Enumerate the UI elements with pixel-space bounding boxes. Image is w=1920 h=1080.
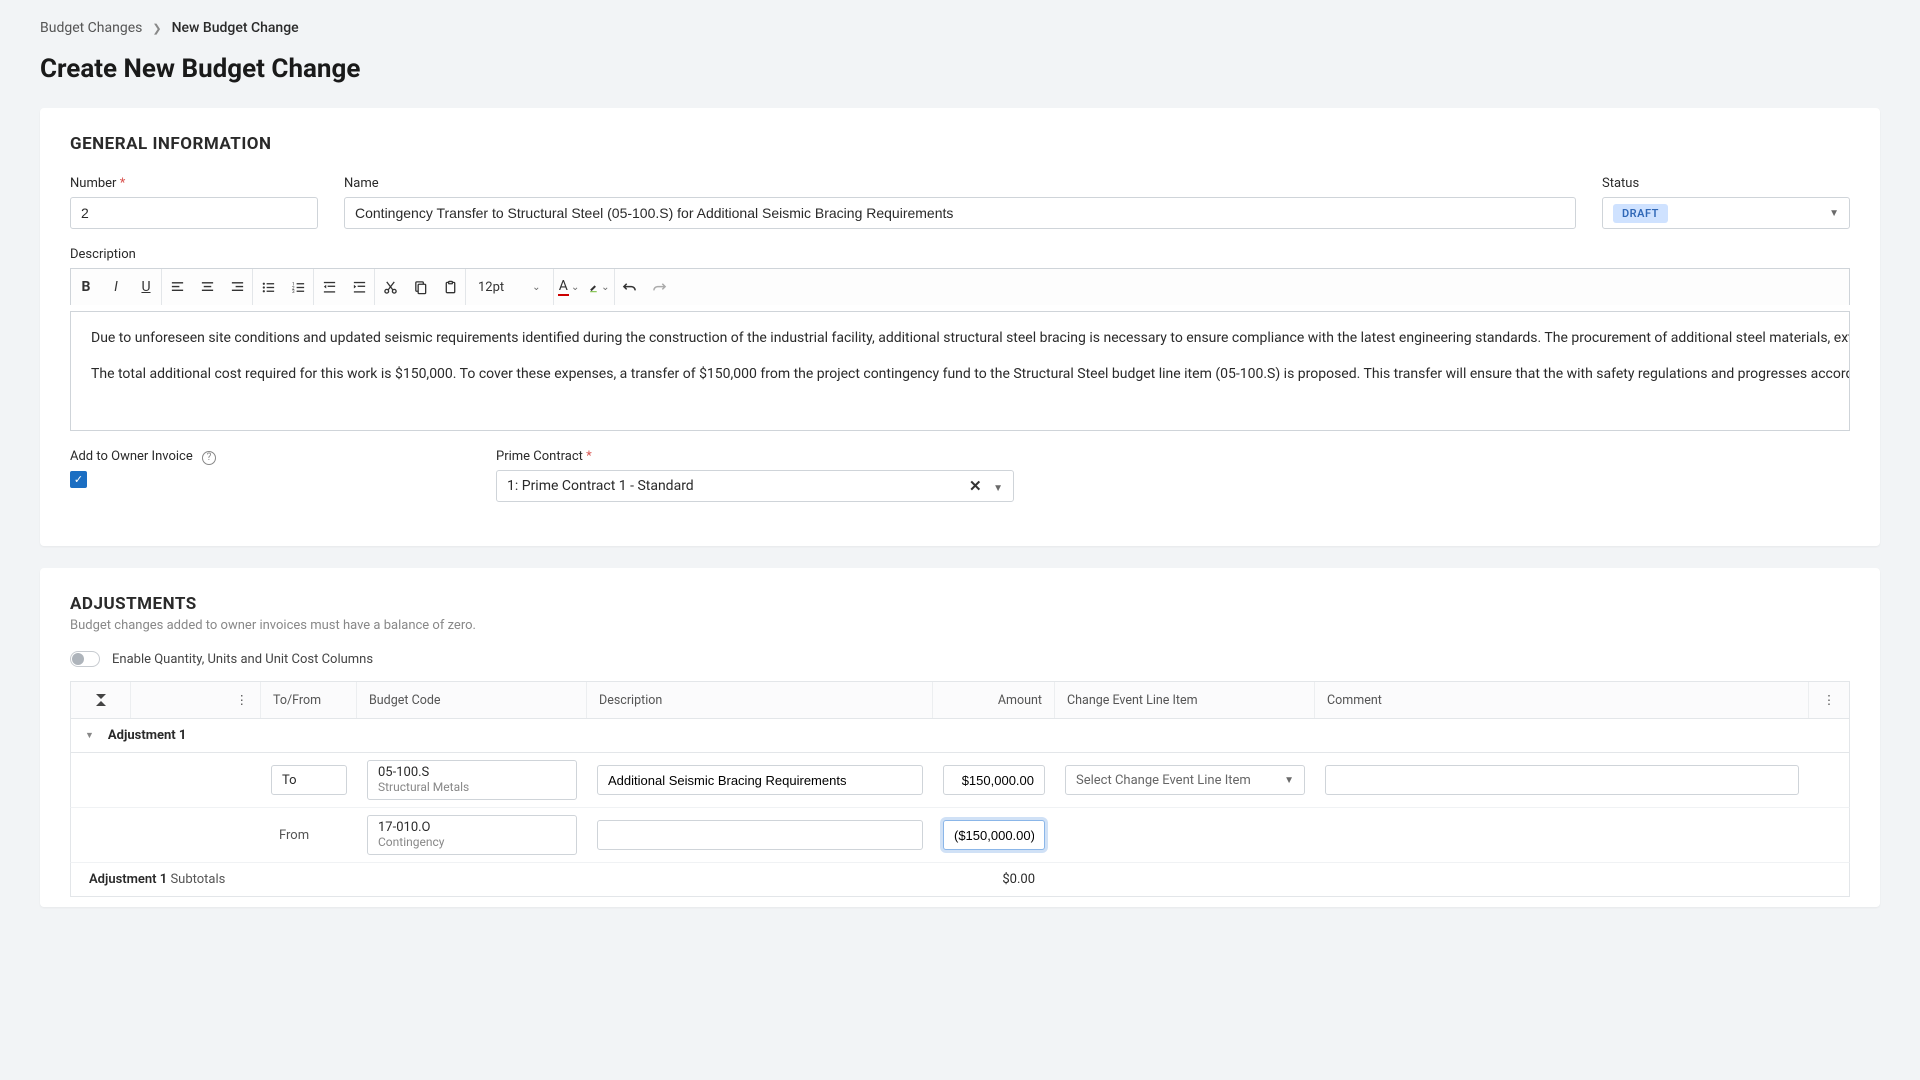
- change-event-select[interactable]: Select Change Event Line Item ▼: [1065, 765, 1305, 795]
- qty-toggle[interactable]: [70, 651, 100, 667]
- line-description-input[interactable]: [597, 765, 923, 795]
- breadcrumb-root[interactable]: Budget Changes: [40, 20, 142, 36]
- th-change-event: Change Event Line Item: [1055, 682, 1315, 718]
- collapse-all-button[interactable]: [71, 682, 131, 718]
- owner-invoice-checkbox[interactable]: ✓: [70, 471, 87, 488]
- adjustment-row-to: To 05-100.S Structural Metals Select Cha…: [70, 753, 1850, 808]
- svg-text:3: 3: [291, 289, 294, 295]
- undo-button[interactable]: [615, 269, 645, 305]
- prime-contract-select[interactable]: 1: Prime Contract 1 - Standard ✕ ▼: [496, 470, 1014, 502]
- th-comment: Comment: [1315, 682, 1809, 718]
- adjustment-group-header[interactable]: ▼ Adjustment 1: [70, 719, 1850, 753]
- chevron-down-icon: ⌄: [532, 282, 540, 293]
- options-col[interactable]: ⋮: [131, 682, 261, 718]
- th-description: Description: [587, 682, 933, 718]
- rte-toolbar: B I U: [70, 268, 1850, 305]
- collapse-arrow-icon[interactable]: ▼: [85, 730, 94, 741]
- breadcrumb-current: New Budget Change: [172, 20, 299, 36]
- adjustments-card: ADJUSTMENTS Budget changes added to owne…: [40, 568, 1880, 907]
- adjustments-table-header: ⋮ To/From Budget Code Description Amount…: [70, 681, 1850, 719]
- description-editor[interactable]: Due to unforeseen site conditions and up…: [70, 311, 1850, 431]
- status-select[interactable]: DRAFT ▼: [1602, 197, 1850, 229]
- numbered-list-button[interactable]: 123: [283, 269, 313, 305]
- qty-toggle-label: Enable Quantity, Units and Unit Cost Col…: [112, 652, 373, 667]
- highlight-color-button[interactable]: ⌄: [584, 269, 614, 305]
- status-label: Status: [1602, 176, 1850, 191]
- amount-input[interactable]: [943, 820, 1045, 850]
- th-tofrom: To/From: [261, 682, 357, 718]
- owner-invoice-label: Add to Owner Invoice ?: [70, 449, 470, 465]
- row-menu-col[interactable]: ⋮: [1809, 682, 1849, 718]
- status-badge: DRAFT: [1613, 204, 1668, 223]
- cut-button[interactable]: [375, 269, 405, 305]
- align-right-button[interactable]: [222, 269, 252, 305]
- chevron-down-icon: ▼: [1284, 775, 1294, 786]
- redo-button[interactable]: [645, 269, 675, 305]
- number-input[interactable]: [70, 197, 318, 229]
- page-title: Create New Budget Change: [40, 54, 1880, 84]
- paste-button[interactable]: [435, 269, 465, 305]
- th-amount: Amount: [933, 682, 1055, 718]
- breadcrumb: Budget Changes ❯ New Budget Change: [40, 20, 1880, 36]
- bold-button[interactable]: B: [71, 269, 101, 305]
- prime-contract-label: Prime Contract *: [496, 449, 1014, 464]
- description-label: Description: [70, 247, 1850, 262]
- copy-button[interactable]: [405, 269, 435, 305]
- help-icon[interactable]: ?: [202, 451, 216, 465]
- line-description-input[interactable]: [597, 820, 923, 850]
- adjustment-row-from: From 17-010.O Contingency: [70, 808, 1850, 863]
- name-label: Name: [344, 176, 1576, 191]
- outdent-button[interactable]: [314, 269, 344, 305]
- section-title-general: GENERAL INFORMATION: [70, 134, 1850, 154]
- description-paragraph: The total additional cost required for t…: [91, 364, 1829, 386]
- name-input[interactable]: [344, 197, 1576, 229]
- align-center-button[interactable]: [192, 269, 222, 305]
- font-size-select[interactable]: 12pt ⌄: [466, 269, 553, 305]
- general-information-card: GENERAL INFORMATION Number * Name Status…: [40, 108, 1880, 546]
- adjustments-hint: Budget changes added to owner invoices m…: [70, 618, 1850, 633]
- adjustment-subtotal-row: Adjustment 1 Subtotals $0.00: [70, 863, 1850, 897]
- budget-code-select[interactable]: 17-010.O Contingency: [367, 815, 577, 855]
- text-color-button[interactable]: A⌄: [554, 269, 584, 305]
- description-paragraph: Due to unforeseen site conditions and up…: [91, 328, 1829, 350]
- budget-code-select[interactable]: 05-100.S Structural Metals: [367, 760, 577, 800]
- th-budget-code: Budget Code: [357, 682, 587, 718]
- chevron-down-icon: ▼: [1829, 208, 1839, 219]
- tofrom-label: From: [261, 828, 357, 843]
- number-label: Number *: [70, 176, 318, 191]
- bullet-list-button[interactable]: [253, 269, 283, 305]
- indent-button[interactable]: [344, 269, 374, 305]
- tofrom-select[interactable]: To: [271, 765, 347, 795]
- chevron-right-icon: ❯: [152, 22, 161, 35]
- italic-button[interactable]: I: [101, 269, 131, 305]
- section-title-adjustments: ADJUSTMENTS: [70, 594, 1850, 614]
- comment-input[interactable]: [1325, 765, 1799, 795]
- chevron-down-icon: ▼: [993, 483, 1003, 494]
- subtotal-amount: $0.00: [933, 872, 1055, 887]
- clear-icon[interactable]: ✕: [969, 477, 982, 495]
- align-left-button[interactable]: [162, 269, 192, 305]
- amount-input[interactable]: [943, 765, 1045, 795]
- underline-button[interactable]: U: [131, 269, 161, 305]
